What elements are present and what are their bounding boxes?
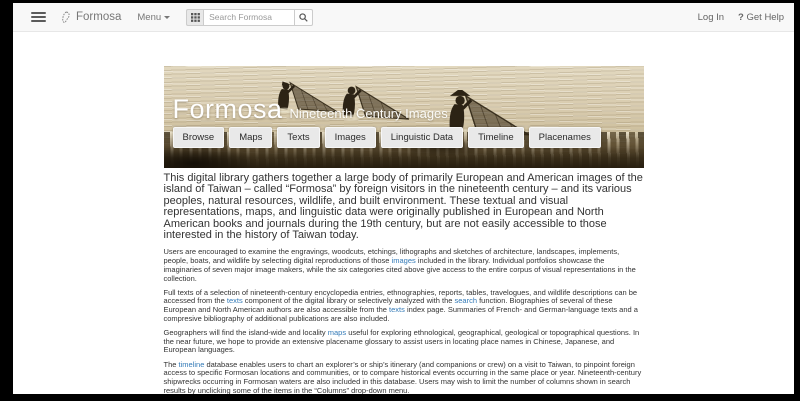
hero-nav: Browse Maps Texts Images Linguistic Data Time…: [172, 127, 601, 148]
get-help-link[interactable]: ? Get Help: [738, 12, 784, 23]
hero-nav-button-browse[interactable]: Browse: [172, 127, 225, 148]
island-logo-icon: [62, 10, 70, 23]
hero-nav-button-maps[interactable]: Maps: [229, 127, 273, 148]
inline-link-search[interactable]: search: [455, 296, 478, 306]
hero-title-block: Formosa Nineteenth Century Images: [173, 94, 448, 125]
hero-nav-button-linguistic-data[interactable]: Linguistic Data: [380, 127, 464, 148]
brand-label: Formosa: [76, 11, 122, 23]
menu-dropdown[interactable]: Menu: [137, 11, 171, 23]
intro-text: This digital library gathers together a …: [163, 172, 644, 394]
search-group: [186, 8, 314, 26]
inline-link-images[interactable]: images: [392, 256, 416, 265]
browser-viewport: Formosa Menu Search Formosa Log In ? Get…: [13, 3, 794, 394]
body-paragraph: Geographers will find the island-wide an…: [163, 328, 644, 355]
hamburger-menu-icon[interactable]: [31, 12, 46, 22]
menu-label: Menu: [137, 11, 162, 23]
hero-nav-button-placenames[interactable]: Placenames: [528, 127, 601, 148]
hero-banner: Formosa Nineteenth Century Images Browse M…: [163, 66, 644, 168]
search-button[interactable]: [295, 8, 314, 26]
top-navbar: Formosa Menu Search Formosa Log In ? Get…: [13, 3, 794, 32]
body-paragraph: Full texts of a selection of nineteenth-…: [164, 288, 644, 324]
log-in-link[interactable]: Log In: [698, 12, 724, 23]
paragraph-text: component of the digital library or sele…: [242, 296, 455, 306]
caret-down-icon: [164, 15, 171, 19]
inline-link-texts[interactable]: texts: [389, 305, 405, 314]
navbar-right: Log In ? Get Help: [698, 12, 784, 23]
inline-link-maps[interactable]: maps: [328, 328, 346, 337]
inline-link-timeline[interactable]: timeline: [179, 360, 205, 369]
paragraph-text: database enables users to chart an explo…: [163, 359, 642, 394]
grid-icon: [190, 12, 200, 22]
paragraph-text: The: [163, 359, 179, 369]
grid-view-button[interactable]: [186, 8, 204, 26]
hero-nav-button-images[interactable]: Images: [324, 127, 376, 148]
inline-link-texts[interactable]: texts: [227, 296, 243, 306]
body-paragraph: Users are encouraged to examine the engr…: [164, 248, 644, 283]
lead-paragraph: This digital library gathers together a …: [163, 172, 644, 242]
paragraph-text: Geographers will find the island-wide an…: [163, 328, 328, 338]
hero-nav-button-texts[interactable]: Texts: [277, 127, 320, 148]
search-input[interactable]: [203, 8, 296, 26]
content-column: Formosa Nineteenth Century Images Browse M…: [163, 66, 644, 394]
body-paragraph: The timeline database enables users to c…: [163, 359, 644, 394]
hero-subtitle: Nineteenth Century Images: [289, 106, 448, 121]
paragraph-text: This digital library gathers together a …: [163, 172, 643, 242]
hero-title: Formosa: [172, 94, 283, 124]
question-icon: ?: [738, 11, 744, 23]
search-icon: [299, 12, 308, 22]
hero-nav-button-timeline[interactable]: Timeline: [468, 127, 524, 148]
get-help-label: Get Help: [746, 11, 785, 23]
brand-link[interactable]: Formosa: [60, 10, 122, 24]
